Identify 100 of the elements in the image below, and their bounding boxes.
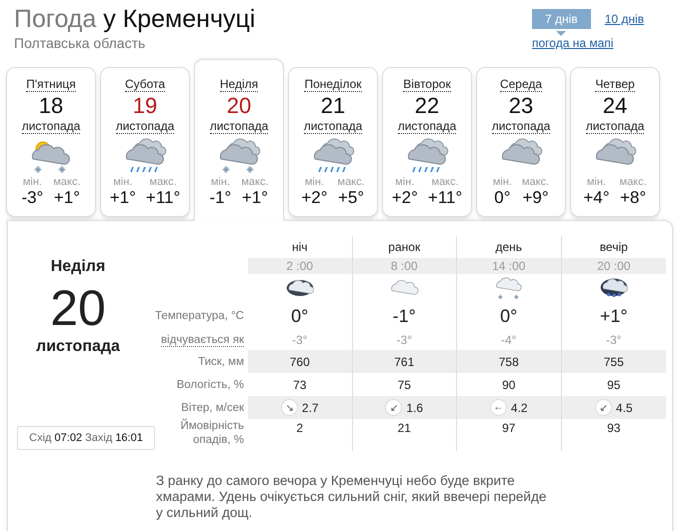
- precipitation-value: 97: [502, 421, 516, 435]
- weekday-label: Понеділок: [304, 77, 362, 92]
- pressure-value: 758: [498, 354, 519, 368]
- wind-speed: 1.6: [406, 400, 424, 414]
- min-label: мін.: [304, 176, 324, 188]
- min-label: мін.: [113, 176, 132, 188]
- day-tab[interactable]: П'ятниця 18 листопада мін. -3° макс. +1°: [6, 67, 96, 217]
- humidity-value: 73: [293, 378, 306, 392]
- temperature: -1°: [392, 306, 416, 326]
- max-temperature: +5°: [338, 188, 364, 207]
- wind-speed: 2.7: [302, 400, 319, 414]
- max-temperature: +8°: [620, 188, 646, 207]
- month-label: листопада: [492, 119, 550, 134]
- month-heading: листопада: [36, 338, 120, 356]
- period-time: 8 :00: [390, 259, 418, 273]
- period-time: 20 :00: [597, 259, 630, 273]
- max-label: макс.: [53, 176, 81, 188]
- max-temperature: +1°: [54, 188, 80, 207]
- max-temperature: +9°: [522, 188, 549, 207]
- period-time: 2 :00: [286, 259, 314, 273]
- humidity-value: 90: [502, 378, 516, 392]
- min-label: мін.: [492, 176, 512, 188]
- max-label: макс.: [338, 176, 365, 188]
- month-label: листопада: [398, 119, 456, 134]
- weekday-label: Середа: [500, 77, 542, 92]
- day-tab[interactable]: Вівторок 22 листопада мін. +2° макс. +11°: [382, 67, 472, 217]
- feels-like-label: відчувається як: [160, 334, 244, 346]
- period-name: день: [495, 240, 522, 254]
- feels-like-temperature: -3°: [606, 333, 622, 347]
- month-label: листопада: [22, 119, 80, 134]
- wind-speed: 4.5: [616, 400, 633, 414]
- min-label: мін.: [586, 176, 606, 188]
- min-temperature: -1°: [209, 188, 232, 207]
- temperature: 0°: [291, 306, 308, 326]
- feels-like-temperature: -3°: [396, 333, 412, 347]
- sunrise-sunset: Схід 07:02 Захід 16:01: [17, 426, 155, 450]
- wind-speed: 4.2: [510, 400, 528, 414]
- max-label: макс.: [150, 176, 177, 188]
- min-temperature: -3°: [21, 188, 44, 207]
- date-number: 23: [508, 93, 534, 119]
- humidity-value: 75: [398, 378, 411, 392]
- max-label: макс.: [241, 176, 269, 188]
- period-name: ніч: [292, 240, 308, 254]
- weekday-label: П'ятниця: [26, 77, 76, 92]
- feels-like-temperature: -3°: [292, 333, 308, 347]
- min-temperature: +1°: [110, 188, 136, 207]
- page-title: Погода у Кременчуці: [14, 4, 256, 34]
- date-number: 18: [38, 93, 64, 119]
- day-tab[interactable]: Четвер 24 листопада мін. +4° макс. +8°: [570, 67, 660, 217]
- date-number: 24: [602, 93, 628, 119]
- min-label: мін.: [210, 176, 230, 188]
- day-tab[interactable]: Понеділок 21 листопада мін. +2° макс. +5°: [288, 67, 378, 217]
- map-link[interactable]: погода на мапі: [532, 36, 614, 50]
- min-temperature: +4°: [583, 188, 610, 207]
- feels-like-temperature: -4°: [501, 333, 516, 347]
- pressure-value: 755: [604, 354, 624, 368]
- tab-pointer: [556, 31, 566, 36]
- month-label: листопада: [116, 119, 174, 134]
- max-temperature: +1°: [242, 188, 268, 207]
- min-temperature: +2°: [392, 188, 418, 207]
- min-label: мін.: [395, 176, 414, 188]
- date-number: 22: [414, 93, 440, 119]
- row-label: Вологість, %: [176, 378, 244, 390]
- forecast-description: З ранку до самого вечора у Кременчуці небо буде вкрите хмарами. Удень очікується сильний сніг, який ввечері перейде у сильний дощ.: [156, 473, 548, 521]
- min-temperature: +2°: [301, 188, 328, 207]
- precipitation-value: 21: [398, 421, 411, 435]
- weekday-label: Четвер: [595, 77, 635, 92]
- min-temperature: 0°: [494, 188, 511, 207]
- date-number: 19: [132, 93, 158, 119]
- weekday-label: Вівторок: [403, 77, 451, 92]
- weekday-label: Неділя: [220, 77, 258, 92]
- pressure-value: 761: [394, 354, 414, 368]
- range-tab[interactable]: 10 днів: [604, 9, 644, 29]
- month-label: листопада: [304, 119, 362, 134]
- weekday-label: Субота: [124, 77, 166, 92]
- weekday-heading: Неділя: [50, 258, 106, 276]
- region-subtitle: Полтавська область: [14, 35, 146, 51]
- period-name: ранок: [388, 240, 420, 254]
- precipitation-value: 93: [607, 421, 620, 435]
- date-number: 20: [226, 93, 252, 119]
- humidity-value: 95: [607, 378, 620, 392]
- temperature: +1°: [600, 306, 628, 326]
- day-tab[interactable]: Субота 19 листопада мін. +1° макс. +11°: [100, 67, 190, 217]
- row-label: Температура, °С: [155, 310, 244, 322]
- day-tab[interactable]: Неділя 20 листопада мін. -1° макс. +1°: [194, 59, 284, 221]
- period-name: вечір: [600, 240, 628, 254]
- period-time: 14 :00: [492, 259, 526, 273]
- date-number: 20: [50, 280, 106, 336]
- day-tab[interactable]: Середа 23 листопада мін. 0° макс. +9°: [476, 67, 566, 217]
- precipitation-value: 2: [296, 421, 304, 435]
- row-label: Тиск, мм: [198, 356, 244, 368]
- max-label: макс.: [620, 176, 647, 188]
- date-number: 21: [320, 93, 346, 119]
- pressure-value: 760: [290, 354, 310, 368]
- row-label: Вітер, м/сек: [181, 402, 244, 414]
- temperature: 0°: [500, 306, 518, 326]
- max-label: макс.: [432, 176, 459, 188]
- row-label: Ймовірність опадів, %: [179, 419, 244, 447]
- max-temperature: +11°: [428, 188, 462, 207]
- max-label: макс.: [522, 176, 550, 188]
